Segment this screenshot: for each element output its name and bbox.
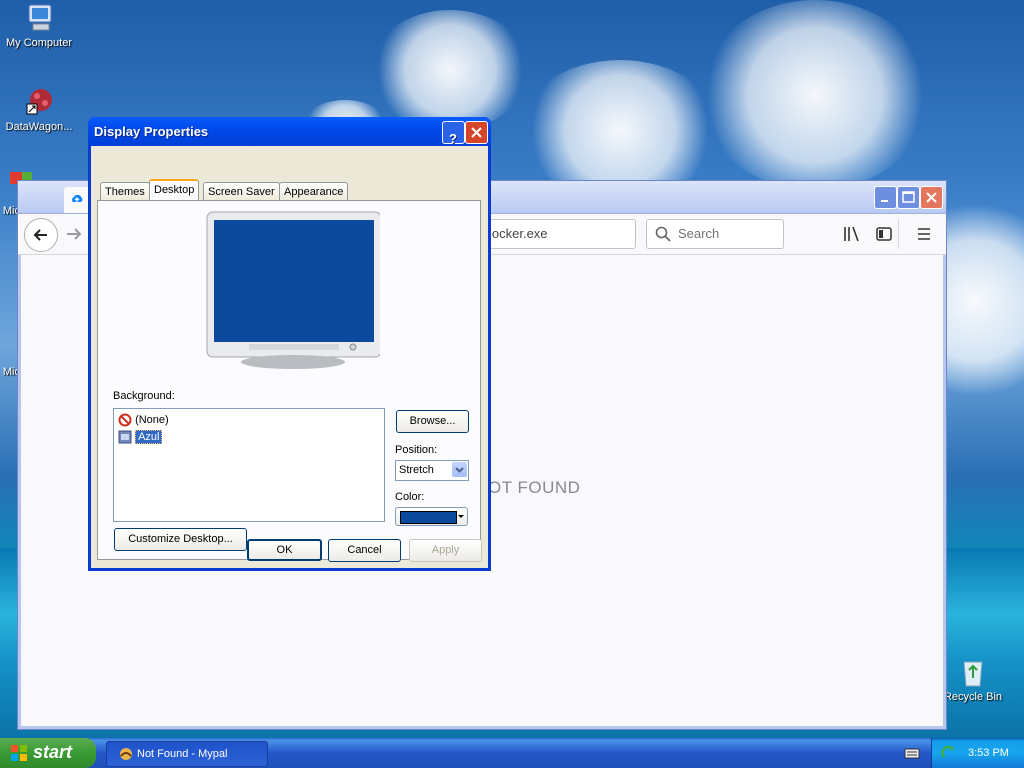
button-label: Customize Desktop... [128,533,233,545]
sidebar-icon [876,227,892,241]
position-select[interactable]: Stretch [395,460,469,481]
close-icon [471,127,482,138]
dialog-close-button[interactable] [465,121,488,144]
keyboard-tray-button[interactable] [904,746,920,760]
start-button[interactable]: start [0,738,96,768]
browser-tab[interactable] [64,187,90,213]
cancel-button[interactable]: Cancel [328,539,401,562]
my-computer-icon [23,2,55,34]
arrow-left-icon [33,229,47,241]
cloud-upload-icon [72,194,83,203]
network-icon[interactable] [941,745,957,761]
search-placeholder: Search [678,226,720,241]
help-button[interactable]: ? [442,121,465,146]
apply-button[interactable]: Apply [409,539,482,562]
desktop-icon-label: My Computer [5,37,73,49]
search-input[interactable]: Search [646,219,784,249]
list-item-label: Azul [135,430,163,444]
position-label: Position: [395,444,438,456]
background-label: Background: [113,390,175,402]
color-label: Color: [395,491,425,503]
monitor-icon [206,211,382,369]
tab-label: Desktop [154,184,195,196]
image-file-icon [118,430,132,444]
page-not-found-text: OT FOUND [488,478,581,497]
monitor-preview [205,210,382,369]
display-properties-dialog[interactable]: Display Properties ? Themes Desktop Scre… [88,117,491,571]
arrow-right-icon [67,228,82,240]
close-icon [926,192,937,203]
url-text: locker.exe [489,226,548,241]
color-swatch [400,511,457,524]
desktop-icon-label: DataWagon... [5,121,73,133]
maximize-button[interactable] [897,186,920,209]
desktop-icon-datawagon[interactable]: DataWagon... [0,86,78,133]
dialog-titlebar[interactable]: Display Properties ? [88,117,491,146]
tab-label: Screen Saver [208,186,275,198]
monitor-screen [214,220,374,342]
list-item[interactable]: (None) [118,412,169,428]
task-label: Not Found - Mypal [137,748,228,760]
button-label: Apply [431,544,460,556]
tab-appearance[interactable]: Appearance [279,182,349,201]
ok-button[interactable]: OK [247,539,322,561]
taskbar: start Not Found - Mypal 3:53 PM [0,738,1024,768]
minimize-icon [881,200,888,202]
system-tray: 3:53 PM [931,738,1024,768]
windows-logo-icon [11,745,27,761]
search-icon [655,226,671,242]
library-button[interactable] [842,225,862,243]
chevron-down-icon [455,467,464,473]
hamburger-menu-icon [918,228,930,240]
url-bar[interactable]: locker.exe [488,219,636,249]
tab-screen-saver[interactable]: Screen Saver [203,182,280,201]
dialog-title: Display Properties [94,124,209,139]
list-item-label: (None) [135,414,169,426]
cloud [700,0,930,190]
browse-button[interactable]: Browse... [396,410,469,433]
background-listbox[interactable]: (None) Azul [113,408,385,522]
clock[interactable]: 3:53 PM [968,747,1009,759]
color-picker-button[interactable] [395,507,468,526]
chevron-down-icon [458,515,464,518]
taskbar-item-mypal[interactable]: Not Found - Mypal [106,741,268,767]
toolbar-divider [898,219,899,249]
sidebar-button[interactable] [874,225,894,243]
customize-desktop-button[interactable]: Customize Desktop... [114,528,247,551]
recycle-bin-icon [957,656,989,688]
position-value: Stretch [399,464,434,476]
list-item[interactable]: Azul [118,429,163,445]
desktop-icon-my-computer[interactable]: My Computer [0,2,78,49]
cloud [520,60,720,200]
tab-label: Themes [105,186,145,198]
button-label: Browse... [409,415,456,427]
dialog-body: Themes Desktop Screen Saver Appearance B… [91,146,488,568]
cloud [370,10,530,130]
mypal-icon [120,748,132,760]
forward-button[interactable] [62,222,86,246]
back-button[interactable] [24,218,58,252]
keyboard-icon [904,748,920,759]
desktop-tab-panel: Background: (None) Azul Browse... Positi… [97,200,481,560]
start-label: start [33,742,73,762]
button-label: OK [276,544,293,556]
library-icon [844,226,859,242]
no-symbol-icon [118,413,132,427]
menu-button[interactable] [914,225,934,243]
minimize-button[interactable] [874,186,897,209]
button-label: Cancel [347,544,382,556]
maximize-icon [902,191,915,203]
dropdown-button[interactable] [452,462,467,477]
datawagon-icon [23,86,55,118]
close-button[interactable] [920,186,943,209]
tab-label: Appearance [284,186,344,198]
tab-themes[interactable]: Themes [100,182,150,201]
